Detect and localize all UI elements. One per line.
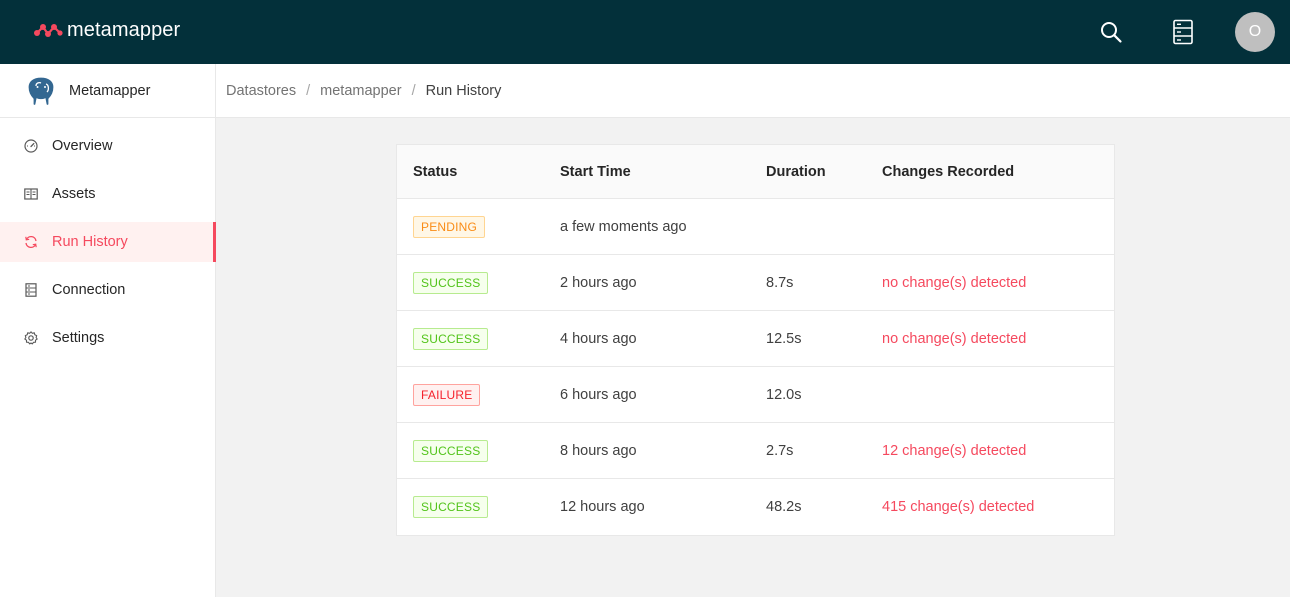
datastore-header[interactable]: Metamapper — [0, 64, 215, 118]
sidebar-item-label: Assets — [52, 186, 96, 202]
status-badge: SUCCESS — [413, 327, 489, 350]
changes-link[interactable]: 12 change(s) detected — [882, 423, 1026, 478]
breadcrumb-datastores[interactable]: Datastores — [226, 83, 296, 99]
duration: 8.7s — [766, 274, 794, 291]
start-time: 6 hours ago — [560, 386, 637, 403]
top-navbar: metamapper O — [0, 0, 1290, 64]
breadcrumb-separator: / — [411, 82, 416, 99]
table-header: Status Start Time Duration Changes Recor… — [397, 145, 1114, 199]
table-row[interactable]: SUCCESS 12 hours ago 48.2s 415 change(s)… — [397, 479, 1114, 535]
gear-icon — [24, 331, 38, 345]
start-time: a few moments ago — [560, 218, 687, 235]
breadcrumb: Datastores / metamapper / Run History — [216, 64, 1290, 118]
start-time: 4 hours ago — [560, 330, 637, 347]
breadcrumb-separator: / — [306, 82, 311, 99]
user-avatar[interactable]: O — [1235, 12, 1275, 52]
column-header-start-time: Start Time — [560, 163, 631, 180]
column-header-status: Status — [413, 163, 458, 180]
sidebar-item-label: Connection — [52, 282, 126, 298]
sidebar-item-label: Settings — [52, 330, 105, 346]
postgresql-elephant-icon — [24, 74, 58, 108]
dashboard-icon — [24, 139, 38, 153]
table-row[interactable]: FAILURE 6 hours ago 12.0s — [397, 367, 1114, 423]
table-row[interactable]: SUCCESS 2 hours ago 8.7s no change(s) de… — [397, 255, 1114, 311]
sidebar-item-run-history[interactable]: Run History — [0, 222, 216, 262]
column-header-duration: Duration — [766, 163, 826, 180]
status-badge: SUCCESS — [413, 271, 489, 294]
breadcrumb-datastore[interactable]: metamapper — [320, 83, 401, 99]
run-history-table: Status Start Time Duration Changes Recor… — [396, 144, 1115, 536]
search-button[interactable] — [1096, 17, 1126, 47]
duration: 12.5s — [766, 330, 802, 347]
status-badge: SUCCESS — [413, 439, 489, 462]
datastores-button[interactable] — [1168, 17, 1198, 47]
status-badge: SUCCESS — [413, 496, 489, 518]
search-icon — [1101, 22, 1122, 43]
sidebar-item-label: Run History — [52, 234, 128, 250]
breadcrumb-current: Run History — [425, 82, 502, 99]
sidebar-item-settings[interactable]: Settings — [0, 318, 215, 358]
sidebar-item-connection[interactable]: Connection — [0, 270, 215, 310]
duration: 48.2s — [766, 499, 802, 515]
book-icon — [24, 187, 38, 201]
changes-link[interactable]: no change(s) detected — [882, 311, 1026, 366]
sync-icon — [24, 235, 38, 249]
app-name: metamapper — [67, 18, 181, 41]
start-time: 12 hours ago — [560, 499, 645, 515]
sidebar: Metamapper Overview Assets Run History C… — [0, 64, 216, 597]
changes-link[interactable]: 415 change(s) detected — [882, 479, 1034, 535]
sidebar-item-assets[interactable]: Assets — [0, 174, 215, 214]
app-logo[interactable]: metamapper — [33, 18, 180, 42]
start-time: 2 hours ago — [560, 274, 637, 291]
metamapper-logo-icon — [34, 24, 63, 37]
sidebar-item-label: Overview — [52, 138, 113, 154]
duration: 12.0s — [766, 386, 802, 403]
table-row[interactable]: SUCCESS 4 hours ago 12.5s no change(s) d… — [397, 311, 1114, 367]
status-badge: PENDING — [413, 215, 486, 238]
status-badge: FAILURE — [413, 383, 481, 406]
table-row[interactable]: PENDING a few moments ago — [397, 199, 1114, 255]
changes-link[interactable]: no change(s) detected — [882, 255, 1026, 310]
column-header-changes: Changes Recorded — [882, 163, 1015, 180]
database-icon — [24, 283, 38, 297]
start-time: 8 hours ago — [560, 442, 637, 459]
datastore-name: Metamapper — [69, 82, 151, 99]
duration: 2.7s — [766, 442, 794, 459]
table-row[interactable]: SUCCESS 8 hours ago 2.7s 12 change(s) de… — [397, 423, 1114, 479]
sidebar-item-overview[interactable]: Overview — [0, 126, 215, 166]
datastores-icon — [1173, 19, 1193, 45]
